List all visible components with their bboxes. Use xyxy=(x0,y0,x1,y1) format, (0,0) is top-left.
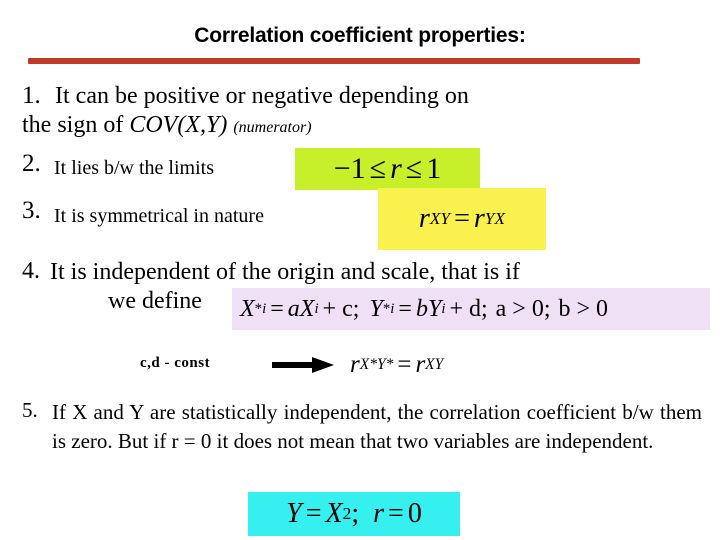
formula-symmetry-sub2: YX xyxy=(484,209,506,228)
formula-example-X: X xyxy=(325,498,343,529)
formula-transform-X: X xyxy=(240,295,255,322)
formula-example-semicolon: ; xyxy=(351,498,360,529)
formula-example-equals-1: = xyxy=(305,498,322,529)
item-1-line-1: It can be positive or negative depending… xyxy=(55,83,469,109)
formula-limits-le-1: ≤ xyxy=(369,152,387,185)
formula-invariant: r X*Y* = r XY xyxy=(350,345,550,385)
item-4-line-1: It is independent of the origin and scal… xyxy=(50,259,520,285)
formula-symmetry-sub1: XY xyxy=(429,209,451,228)
item-5-body: If X and Y are statistically independent… xyxy=(52,400,702,453)
formula-transform-condition-a: a > 0; xyxy=(495,295,551,322)
formula-transform-equals-2: = xyxy=(398,295,412,322)
formula-invariant-sub2: XY xyxy=(425,356,444,373)
formula-example-zero: 0 xyxy=(407,498,422,529)
item-5-number: 5. xyxy=(22,398,38,422)
right-arrow-icon xyxy=(272,357,334,373)
item-1-line2-prefix: the sign of xyxy=(22,112,130,138)
formula-example-exponent: 2 xyxy=(342,504,352,523)
formula-example-Y: Y xyxy=(286,498,302,529)
formula-transform-aX: aX xyxy=(287,295,315,322)
formula-symmetry-r2: r xyxy=(473,203,485,234)
const-note-label: c,d - const xyxy=(140,355,211,371)
formula-limits-r: r xyxy=(390,152,402,185)
formula-transform-star-1: * xyxy=(254,300,263,317)
formula-transform-bY: bY xyxy=(415,295,442,322)
formula-transform-highlight: X * i = aX i + c; Y * i = bY i + d; a > 0; b >… xyxy=(232,288,710,330)
formula-example-highlight: Y = X 2; r = 0 xyxy=(248,492,460,536)
item-2-number: 2. xyxy=(22,150,41,177)
formula-symmetry-equals: = xyxy=(454,203,470,234)
formula-limits-highlight: −1 ≤ r ≤ 1 xyxy=(295,148,480,190)
formula-transform-plus-c: + c; xyxy=(322,295,360,322)
formula-limits-one-left: 1 xyxy=(350,152,366,185)
item-3-text: It is symmetrical in nature xyxy=(54,205,264,227)
title-underline-rule xyxy=(28,58,640,64)
formula-limits-le-2: ≤ xyxy=(405,152,423,185)
formula-transform-condition-b: b > 0 xyxy=(558,295,609,322)
item-4-line-2: we define xyxy=(108,288,202,314)
formula-symmetry-highlight: r XY = r YX xyxy=(378,188,546,250)
item-2-text: It lies b/w the limits xyxy=(54,157,214,179)
formula-invariant-equals: = xyxy=(397,351,412,378)
slide-canvas: Correlation coefficient properties: 1. I… xyxy=(0,0,720,540)
page-title: Correlation coefficient properties: xyxy=(194,24,526,47)
formula-invariant-sub1: X*Y* xyxy=(359,356,394,373)
item-4-number: 4. xyxy=(22,258,40,284)
formula-transform-plus-d: + d; xyxy=(449,295,488,322)
formula-invariant-r2: r xyxy=(415,351,426,378)
item-3-number: 3. xyxy=(22,197,41,224)
item-1-cov-term: COV(X,Y) xyxy=(129,112,228,138)
formula-example-equals-2: = xyxy=(388,498,404,529)
formula-invariant-r1: r xyxy=(350,351,360,378)
formula-example-r: r xyxy=(373,498,385,529)
item-1-number: 1. xyxy=(22,82,41,109)
item-1-numerator-note: (numerator) xyxy=(233,119,312,136)
formula-transform-Y: Y xyxy=(369,295,383,322)
formula-transform-equals-1: = xyxy=(270,295,284,322)
formula-limits-one-right: 1 xyxy=(426,152,442,185)
formula-transform-star-2: * xyxy=(382,300,391,317)
formula-symmetry-r1: r xyxy=(418,203,430,234)
formula-limits-minus: − xyxy=(333,152,351,185)
item-1-line-2: the sign of COV(X,Y) (numerator) xyxy=(22,112,312,139)
